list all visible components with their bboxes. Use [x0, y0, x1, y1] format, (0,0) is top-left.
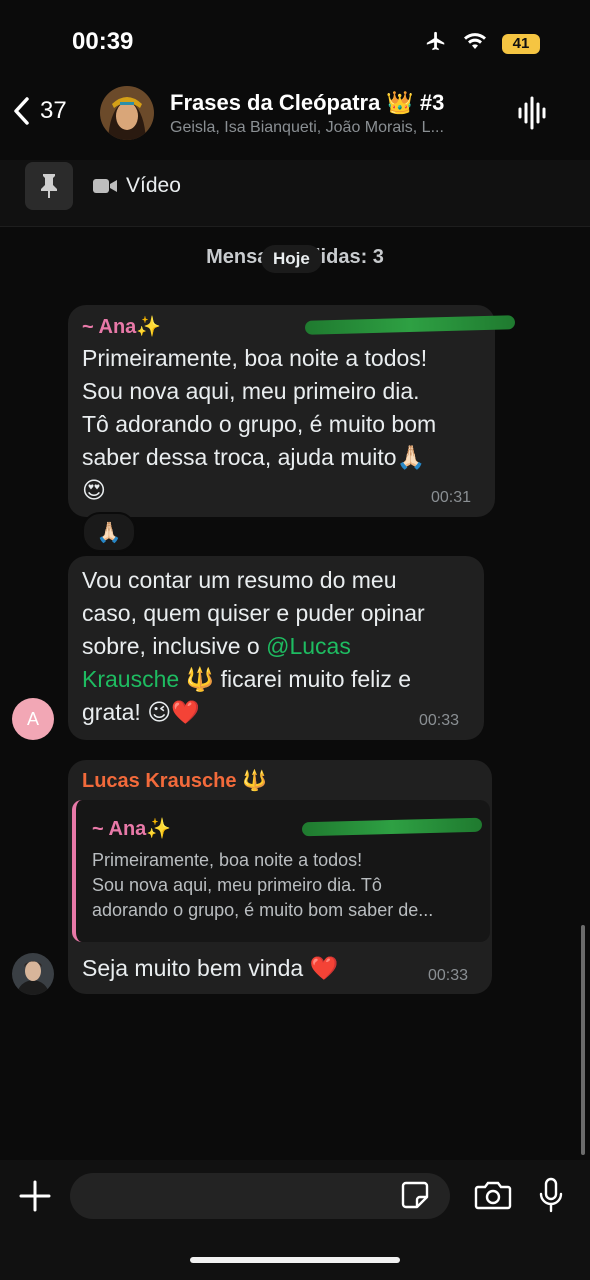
scrollbar[interactable] [581, 925, 585, 1155]
message-sender[interactable]: Lucas Krausche 🔱 [82, 768, 267, 793]
reaction-badge[interactable]: 🙏🏻 [82, 512, 136, 552]
sticker-icon [401, 1181, 429, 1209]
microphone-icon [539, 1177, 563, 1213]
chat-members[interactable]: Geisla, Isa Bianqueti, João Morais, L... [170, 119, 500, 137]
chat-title[interactable]: Frases da Cleópatra 👑 #3 [170, 90, 444, 116]
quoted-sender: ~ Ana✨ [92, 818, 172, 840]
message-input[interactable] [70, 1173, 450, 1219]
back-button[interactable]: 37 [12, 96, 67, 126]
battery-indicator: 41 [502, 33, 540, 54]
message-time: 00:33 [428, 967, 469, 984]
pinned-video[interactable]: Vídeo [92, 174, 181, 198]
status-icons: 41 [424, 30, 540, 57]
chevron-left-icon [14, 97, 29, 125]
mention-link[interactable]: @Lucas [266, 633, 351, 659]
date-chip: Hoje [261, 245, 322, 273]
pin-icon [41, 174, 57, 198]
sender-avatar[interactable]: A [12, 698, 54, 740]
unread-count: 37 [40, 97, 67, 124]
home-indicator [190, 1257, 400, 1263]
status-time: 00:39 [72, 28, 134, 55]
mention-link[interactable]: Krausche [82, 666, 179, 692]
message-time: 00:31 [431, 489, 472, 506]
wifi-icon [462, 31, 488, 56]
video-camera-icon [93, 179, 117, 193]
waveform-icon [518, 96, 546, 130]
quoted-text: Primeiramente, boa noite a todos! Sou no… [92, 850, 434, 920]
group-avatar[interactable] [100, 86, 154, 140]
sticker-button[interactable] [400, 1180, 430, 1215]
pinned-video-label: Vídeo [126, 174, 181, 197]
camera-button[interactable] [474, 1180, 512, 1215]
plus-icon [19, 1180, 51, 1212]
sender-avatar[interactable] [12, 953, 54, 995]
pin-button[interactable] [25, 162, 73, 210]
microphone-button[interactable] [536, 1176, 566, 1219]
attach-button[interactable] [18, 1176, 52, 1221]
camera-icon [474, 1181, 512, 1210]
message-text: Seja muito bem vinda ❤️ [82, 955, 339, 981]
pinned-bar [0, 160, 590, 227]
airplane-icon [424, 30, 448, 57]
message-sender[interactable]: ~ Ana✨ [82, 314, 161, 339]
voice-chat-button[interactable] [517, 96, 547, 135]
message-text: Primeiramente, boa noite a todos! Sou no… [82, 345, 437, 503]
message-text: Vou contar um resumo do meu caso, quem q… [82, 567, 425, 725]
message-time: 00:33 [419, 712, 460, 729]
